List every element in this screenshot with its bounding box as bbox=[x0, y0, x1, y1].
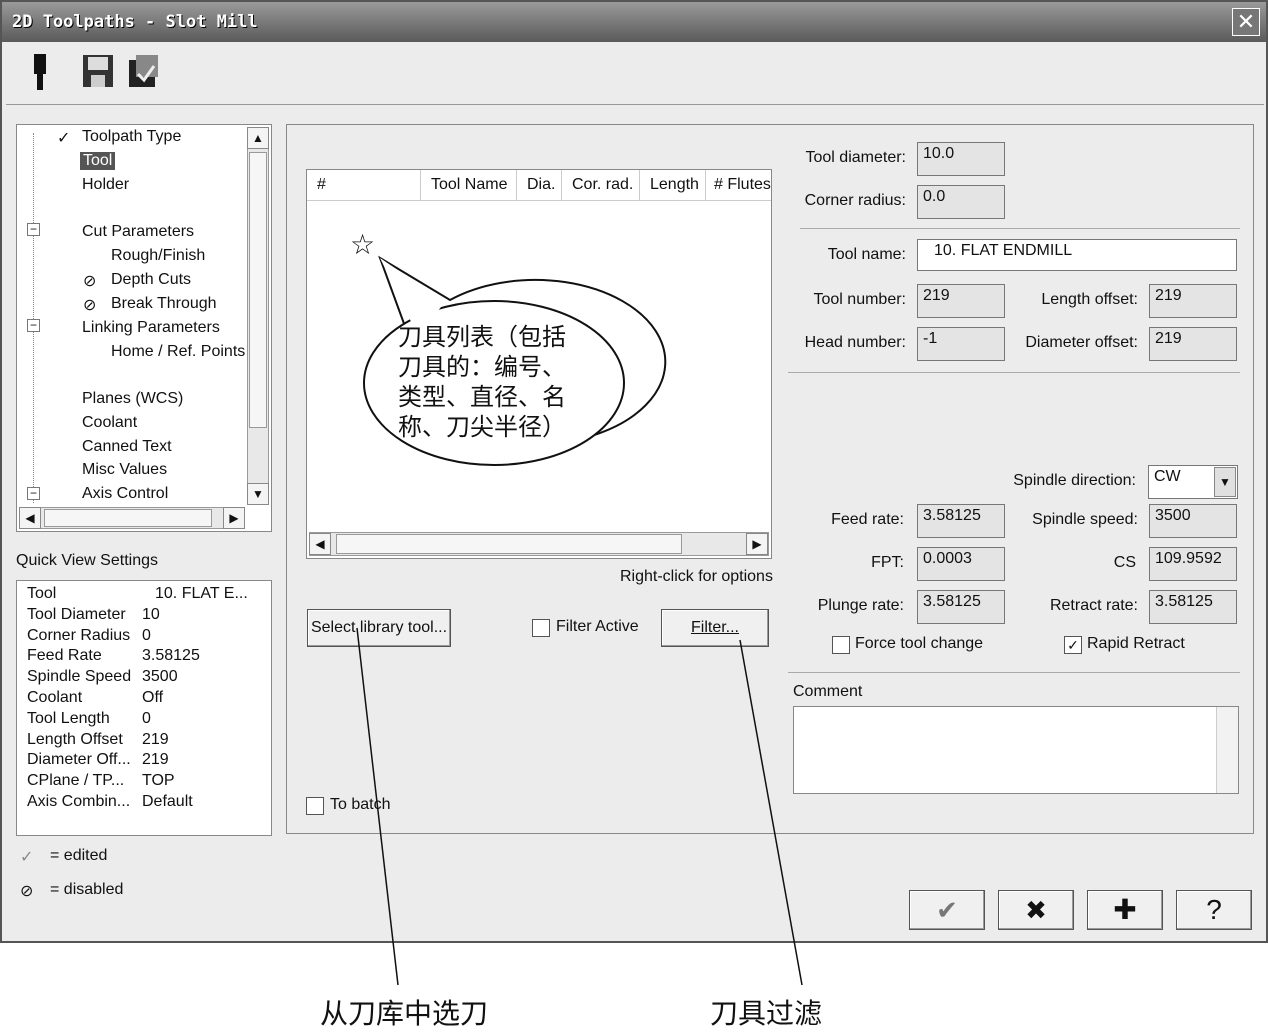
callout-line: 刀具列表（包括 bbox=[398, 323, 566, 351]
callout-bubble: 刀具列表（包括 刀具的：编号、 类型、直径、名 称、刀尖半径） bbox=[398, 322, 566, 442]
select-tool-caption: 从刀库中选刀 bbox=[320, 997, 489, 1030]
filter-caption: 刀具过滤 bbox=[710, 997, 823, 1030]
annotation-lines bbox=[356, 255, 803, 986]
star-icon: ☆ bbox=[350, 229, 376, 260]
callout-line: 刀具的：编号、 bbox=[398, 353, 566, 381]
callout-line: 类型、直径、名 bbox=[398, 383, 566, 411]
callout-line: 称、刀尖半径） bbox=[398, 413, 566, 441]
